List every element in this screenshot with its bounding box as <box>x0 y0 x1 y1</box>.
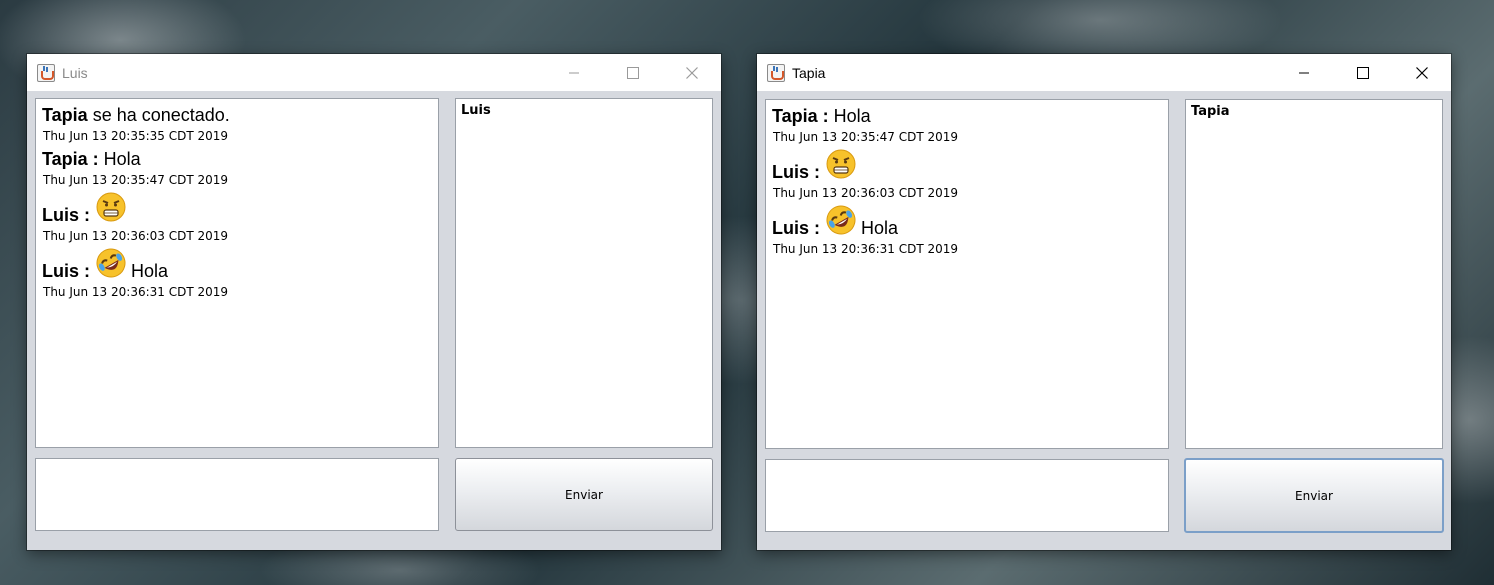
minimize-button[interactable] <box>544 54 603 91</box>
send-button-label: Enviar <box>565 487 603 502</box>
maximize-icon <box>626 66 639 79</box>
message-timestamp: Thu Jun 13 20:36:31 CDT 2019 <box>773 242 959 256</box>
rofl-face-icon <box>826 205 856 235</box>
angry-face-icon <box>826 149 856 179</box>
user-list[interactable]: Luis <box>455 98 713 448</box>
user-list-item[interactable]: Tapia <box>1191 104 1437 119</box>
send-button[interactable]: Enviar <box>1184 458 1444 533</box>
maximize-button[interactable] <box>603 54 662 91</box>
chat-message: Luis : Thu Jun 13 20:36:03 CDT 2019 <box>42 192 432 244</box>
message-timestamp: Thu Jun 13 20:35:47 CDT 2019 <box>773 130 959 144</box>
chat-message: Tapia : Hola Thu Jun 13 20:35:47 CDT 2019 <box>772 105 1162 145</box>
send-button-label: Enviar <box>1295 488 1333 503</box>
minimize-icon <box>1298 72 1309 73</box>
title-bar[interactable]: Tapia <box>757 54 1451 91</box>
message-sender: Tapia : <box>42 149 99 169</box>
message-timestamp: Thu Jun 13 20:35:47 CDT 2019 <box>43 173 229 187</box>
message-text: Hola <box>833 106 871 126</box>
message-text: Hola <box>861 218 899 238</box>
chat-window-tapia: Tapia Tapia : Hola Thu Jun 13 20:35:47 CD… <box>757 54 1451 550</box>
maximize-icon <box>1356 66 1369 79</box>
close-icon <box>1415 66 1428 79</box>
message-timestamp: Thu Jun 13 20:36:31 CDT 2019 <box>43 285 229 299</box>
message-timestamp: Thu Jun 13 20:36:03 CDT 2019 <box>43 229 229 243</box>
chat-history[interactable]: Tapia : Hola Thu Jun 13 20:35:47 CDT 2019… <box>765 99 1169 449</box>
chat-message: Tapia : Hola Thu Jun 13 20:35:47 CDT 2019 <box>42 148 432 188</box>
send-button[interactable]: Enviar <box>455 458 713 531</box>
chat-message: Luis : Hola Thu Jun 13 20:36:31 CDT 2019 <box>772 205 1162 257</box>
chat-message: Luis : Thu Jun 13 20:36:03 CDT 2019 <box>772 149 1162 201</box>
chat-message: Luis : Hola Thu Jun 13 20:36:31 CDT 2019 <box>42 248 432 300</box>
message-text: Hola <box>103 149 141 169</box>
close-button[interactable] <box>662 54 721 91</box>
chat-history[interactable]: Tapia se ha conectado. Thu Jun 13 20:35:3… <box>35 98 439 448</box>
message-sender: Luis : <box>42 205 90 225</box>
message-text: se ha conectado. <box>92 105 230 125</box>
message-sender: Luis : <box>772 162 820 182</box>
window-title: Tapia <box>792 64 826 81</box>
message-sender: Luis : <box>42 261 90 281</box>
maximize-button[interactable] <box>1333 54 1392 91</box>
message-text: Hola <box>131 261 169 281</box>
window-title: Luis <box>62 64 88 81</box>
message-timestamp: Thu Jun 13 20:35:35 CDT 2019 <box>43 129 229 143</box>
message-sender: Tapia <box>42 105 88 125</box>
rofl-face-icon <box>96 248 126 278</box>
close-button[interactable] <box>1392 54 1451 91</box>
message-input[interactable] <box>765 459 1169 532</box>
message-timestamp: Thu Jun 13 20:36:03 CDT 2019 <box>773 186 959 200</box>
java-icon <box>37 63 55 82</box>
minimize-button[interactable] <box>1274 54 1333 91</box>
minimize-icon <box>568 72 579 73</box>
close-icon <box>685 66 698 79</box>
user-list[interactable]: Tapia <box>1185 99 1443 449</box>
title-bar[interactable]: Luis <box>27 54 721 91</box>
angry-face-icon <box>96 192 126 222</box>
message-sender: Luis : <box>772 218 820 238</box>
message-input[interactable] <box>35 458 439 531</box>
java-icon <box>767 63 785 82</box>
chat-message: Tapia se ha conectado. Thu Jun 13 20:35:3… <box>42 104 432 144</box>
message-sender: Tapia : <box>772 106 829 126</box>
user-list-item[interactable]: Luis <box>461 103 707 118</box>
chat-window-luis: Luis Tapia se ha conectado. Thu Jun 13 20… <box>27 54 721 550</box>
